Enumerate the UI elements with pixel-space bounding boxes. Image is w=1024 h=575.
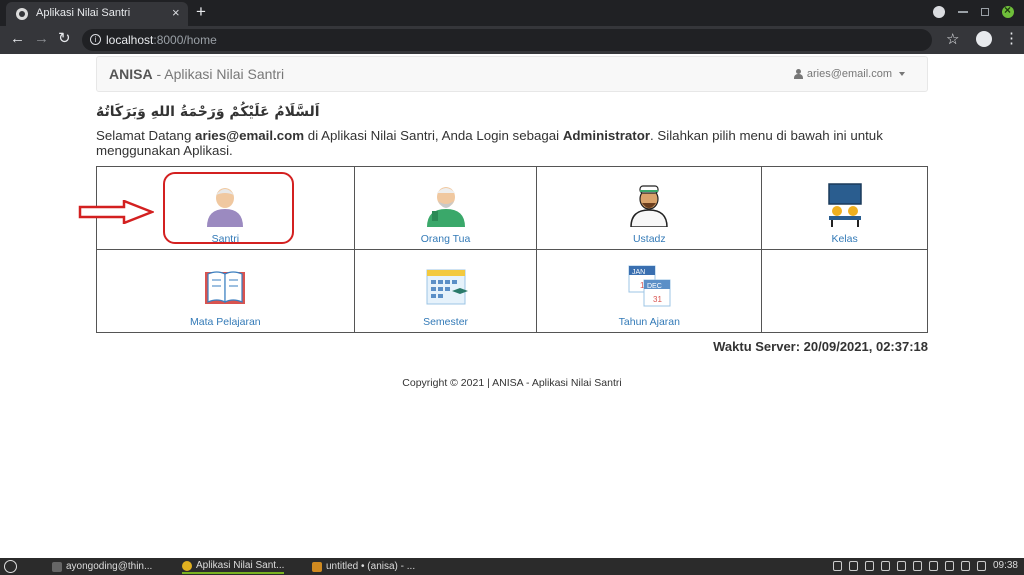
browser-tab-bar: Aplikasi Nilai Santri × + [0,0,1024,26]
taskbar-item-browser[interactable]: Aplikasi Nilai Sant... [182,559,284,574]
user-dropdown[interactable]: aries@email.com [794,68,905,80]
book-icon [203,264,247,310]
update-icon[interactable] [865,561,874,571]
classroom-icon [823,181,867,227]
menu-item-ustadz[interactable]: Ustadz [537,167,762,250]
shield-icon[interactable] [881,561,890,571]
parent-icon [424,181,468,227]
browser-tab[interactable]: Aplikasi Nilai Santri × [6,2,188,26]
academic-year-calendar-icon: JAN 1 DEC 31 [627,264,671,310]
menu-label-orang-tua[interactable]: Orang Tua [421,233,471,245]
start-menu-icon[interactable] [4,560,17,573]
media-icon[interactable] [933,6,945,18]
app-navbar: ANISA - Aplikasi Nilai Santri aries@emai… [96,56,928,92]
svg-text:JAN: JAN [632,269,645,276]
taskbar-item-editor[interactable]: untitled • (anisa) - ... [312,559,415,574]
wifi-icon[interactable] [945,561,954,571]
svg-text:31: 31 [653,295,662,304]
server-time: Waktu Server: 20/09/2021, 02:37:18 [713,339,928,354]
tab-close-icon[interactable]: × [172,6,180,20]
terminal-icon [52,562,62,572]
profile-icon[interactable] [976,31,992,47]
clipboard-icon[interactable] [849,561,858,571]
back-arrow-icon[interactable]: ← [10,31,25,47]
network-icon[interactable] [929,561,938,571]
os-taskbar: ayongoding@thin... Aplikasi Nilai Sant..… [0,558,1024,575]
annotation-arrow-icon [78,200,154,224]
user-icon [794,69,803,79]
window-controls [933,6,1014,18]
minimize-icon[interactable] [958,11,968,13]
menu-label-tahun-ajaran[interactable]: Tahun Ajaran [619,316,680,328]
menu-item-tahun-ajaran[interactable]: JAN 1 DEC 31 Tahun Ajaran [537,250,762,333]
teacher-icon [627,181,671,227]
reload-icon[interactable]: ↻ [58,31,71,47]
volume-icon[interactable] [961,561,970,571]
menu-item-mata-pelajaran[interactable]: Mata Pelajaran [97,250,355,333]
chrome-icon [182,561,192,571]
forward-arrow-icon[interactable]: → [34,31,49,47]
welcome-message: Selamat Datang aries@email.com di Aplika… [96,128,916,158]
calendar-icon [424,264,468,310]
footer-copyright: Copyright © 2021 | ANISA - Aplikasi Nila… [0,377,1024,389]
caret-down-icon [899,72,905,76]
svg-text:DEC: DEC [647,283,662,290]
printer-icon[interactable] [897,561,906,571]
menu-item-semester[interactable]: Semester [354,250,537,333]
menu-label-kelas[interactable]: Kelas [831,233,857,245]
url-text[interactable]: localhost:8000/home [106,33,217,47]
sublime-text-icon [312,562,322,572]
tab-title: Aplikasi Nilai Santri [36,7,130,19]
maximize-icon[interactable] [981,8,989,16]
system-tray: 09:38 [833,560,1018,571]
bluetooth-icon[interactable] [833,561,842,571]
menu-item-empty [762,250,928,333]
taskbar-clock[interactable]: 09:38 [993,560,1018,571]
close-window-icon[interactable] [1002,6,1014,18]
battery-icon[interactable] [977,561,986,571]
menu-item-kelas[interactable]: Kelas [762,167,928,250]
address-bar[interactable]: i localhost:8000/home [82,29,932,51]
globe-icon [16,8,28,20]
user-switch-icon[interactable] [913,561,922,571]
bookmark-star-icon[interactable]: ☆ [946,30,959,48]
menu-label-semester[interactable]: Semester [423,316,468,328]
menu-label-mata-pelajaran[interactable]: Mata Pelajaran [190,316,261,328]
info-icon[interactable]: i [90,34,101,45]
app-brand[interactable]: ANISA - Aplikasi Nilai Santri [109,66,284,82]
user-email: aries@email.com [807,68,892,80]
new-tab-button[interactable]: + [196,2,206,22]
taskbar-item-terminal[interactable]: ayongoding@thin... [52,559,152,574]
menu-item-orang-tua[interactable]: Orang Tua [354,167,537,250]
arabic-greeting: اَلسَّلَامُ عَلَيْكُمْ وَرَحْمَةُ اللهِ … [96,104,320,120]
browser-toolbar: ← → ↻ i localhost:8000/home ☆ ⋮ [0,26,1024,54]
kebab-menu-icon[interactable]: ⋮ [1004,29,1019,47]
menu-label-ustadz[interactable]: Ustadz [633,233,666,245]
annotation-highlight-box [163,172,294,244]
